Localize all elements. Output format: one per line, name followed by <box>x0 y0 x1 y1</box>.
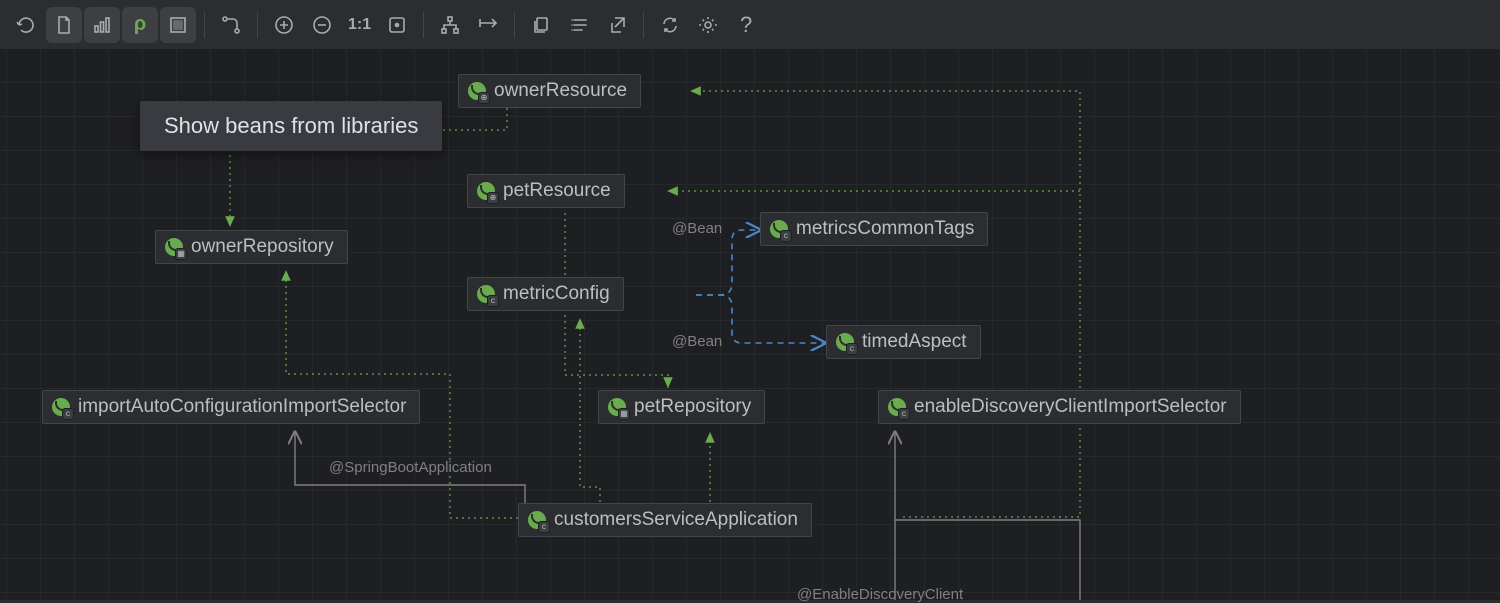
node-customers-service-application[interactable]: c customersServiceApplication <box>518 503 812 537</box>
diagram-canvas[interactable]: ⊕ ownerResource ⊕ petResource ▦ ownerRep… <box>0 50 1500 600</box>
node-label: metricConfig <box>503 283 610 305</box>
node-enable-discovery-client-selector[interactable]: c enableDiscoveryClientImportSelector <box>878 390 1241 424</box>
export-icon[interactable] <box>599 7 635 43</box>
toolbar-divider <box>423 12 424 38</box>
bean-icon: ▦ <box>165 238 183 256</box>
node-pet-resource[interactable]: ⊕ petResource <box>467 174 625 208</box>
node-label: importAutoConfigurationImportSelector <box>78 396 406 418</box>
node-metrics-common-tags[interactable]: c metricsCommonTags <box>760 212 988 246</box>
bean-icon: c <box>836 333 854 351</box>
toolbar-divider <box>514 12 515 38</box>
edge-label-bean: @Bean <box>672 333 722 350</box>
tooltip-text: Show beans from libraries <box>164 113 418 138</box>
node-label: metricsCommonTags <box>796 218 974 240</box>
node-timed-aspect[interactable]: c timedAspect <box>826 325 981 359</box>
tooltip: Show beans from libraries <box>140 101 442 151</box>
node-label: ownerRepository <box>191 236 334 258</box>
view-mode-group: ρ <box>46 7 196 43</box>
toolbar-divider <box>204 12 205 38</box>
node-owner-repository[interactable]: ▦ ownerRepository <box>155 230 348 264</box>
bean-icon: c <box>770 220 788 238</box>
zoom-in-icon[interactable] <box>266 7 302 43</box>
node-label: customersServiceApplication <box>554 509 798 531</box>
bean-icon: c <box>888 398 906 416</box>
node-pet-repository[interactable]: ▦ petRepository <box>598 390 765 424</box>
node-label: ownerResource <box>494 80 627 102</box>
file-view-icon[interactable] <box>46 7 82 43</box>
node-label: petResource <box>503 180 611 202</box>
bean-icon: c <box>528 511 546 529</box>
node-metric-config[interactable]: c metricConfig <box>467 277 624 311</box>
selection-frame-icon[interactable] <box>160 7 196 43</box>
list-icon[interactable] <box>561 7 597 43</box>
align-icon[interactable] <box>470 7 506 43</box>
help-icon[interactable]: ? <box>728 7 764 43</box>
node-label: enableDiscoveryClientImportSelector <box>914 396 1227 418</box>
refresh-diagram-icon[interactable] <box>8 7 44 43</box>
toolbar-divider <box>257 12 258 38</box>
edge-label-discovery: @EnableDiscoveryClient <box>797 586 963 603</box>
node-label: petRepository <box>634 396 751 418</box>
toolbar-divider <box>643 12 644 38</box>
diagram-toolbar: ρ 1:1 ? <box>0 0 1500 50</box>
copy-icon[interactable] <box>523 7 559 43</box>
edge-label-bean: @Bean <box>672 220 722 237</box>
sync-icon[interactable] <box>652 7 688 43</box>
node-label: timedAspect <box>862 331 967 353</box>
node-owner-resource[interactable]: ⊕ ownerResource <box>458 74 641 108</box>
zoom-actual-button[interactable]: 1:1 <box>342 16 377 34</box>
bean-icon: ⊕ <box>477 182 495 200</box>
fit-screen-icon[interactable] <box>379 7 415 43</box>
bean-icon: c <box>52 398 70 416</box>
path-icon[interactable] <box>213 7 249 43</box>
bean-icon: ⊕ <box>468 82 486 100</box>
node-import-auto-config-selector[interactable]: c importAutoConfigurationImportSelector <box>42 390 420 424</box>
settings-gear-icon[interactable] <box>690 7 726 43</box>
bean-icon: ▦ <box>608 398 626 416</box>
spring-profile-icon[interactable]: ρ <box>122 7 158 43</box>
layout-tree-icon[interactable] <box>432 7 468 43</box>
bean-icon: c <box>477 285 495 303</box>
edge-label-springboot: @SpringBootApplication <box>329 459 492 476</box>
bar-chart-icon[interactable] <box>84 7 120 43</box>
zoom-out-icon[interactable] <box>304 7 340 43</box>
